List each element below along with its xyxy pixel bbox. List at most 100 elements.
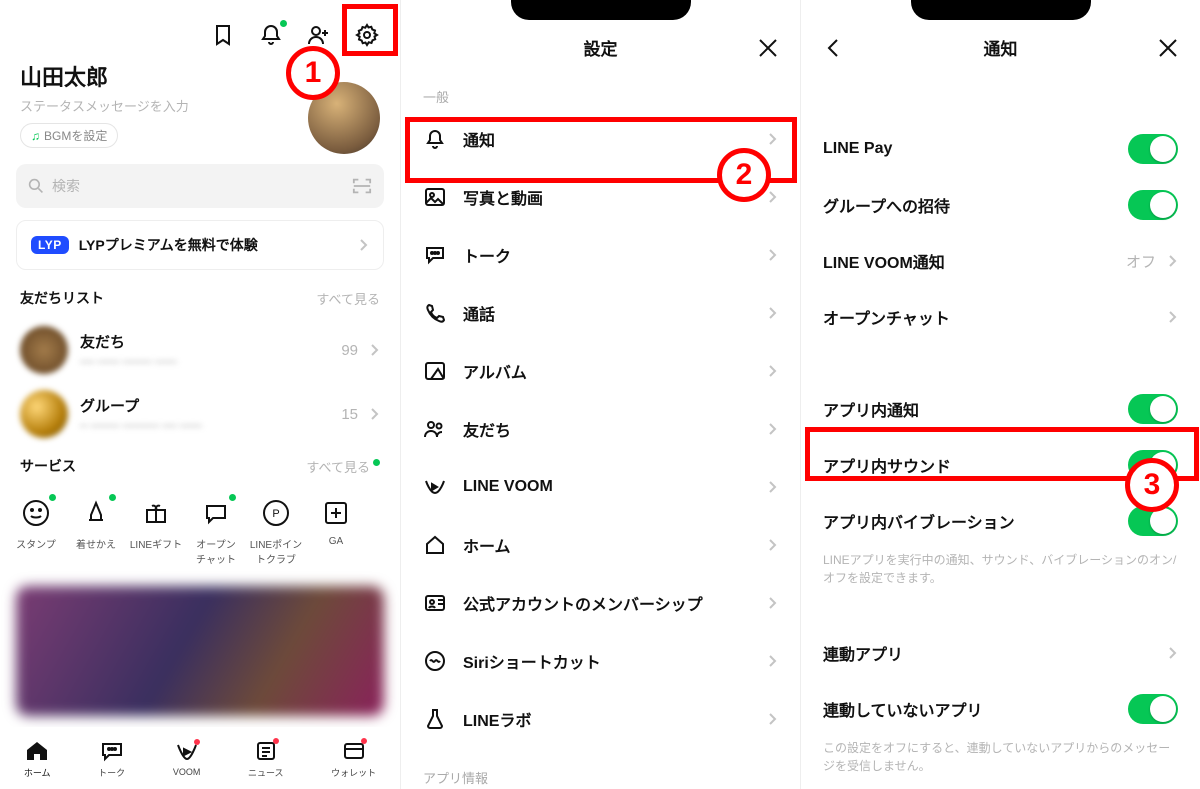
notif-inapp-notify-row[interactable]: アプリ内通知 [801, 381, 1200, 437]
notifications-header: 通知 [801, 20, 1200, 75]
tab-wallet[interactable]: ウォレット [331, 738, 376, 779]
flask-icon [423, 707, 447, 731]
promo-banner[interactable] [16, 586, 384, 716]
avatar [20, 326, 68, 374]
settings-voom-row[interactable]: LINE VOOM [401, 458, 800, 516]
toggle-switch[interactable] [1128, 134, 1178, 164]
service-openchat[interactable]: オープン チャット [186, 496, 246, 566]
news-icon [253, 738, 279, 764]
service-more[interactable]: GA [306, 496, 366, 566]
services-see-all[interactable]: すべて見る [306, 457, 380, 476]
friends-title: 友だちリスト [20, 288, 104, 308]
list-item[interactable]: グループ ━ ━━━━ ━━━━━ ━━ ━━━ 15 [0, 382, 400, 446]
row-label: オープンチャット [823, 305, 1156, 329]
friends-see-all[interactable]: すべて見る [316, 289, 380, 308]
search-input[interactable]: 検索 [16, 164, 384, 208]
notif-linked-apps-row[interactable]: 連動アプリ [801, 625, 1200, 681]
profile-avatar[interactable] [308, 82, 380, 154]
chat-icon [99, 738, 125, 764]
notifications-title: 通知 [984, 35, 1018, 60]
tab-talk[interactable]: トーク [98, 738, 125, 779]
tab-home[interactable]: ホーム [24, 738, 51, 779]
section-app-label: アプリ情報 [401, 748, 800, 789]
friend-count: 15 [341, 406, 358, 423]
notif-inapp-vibration-row[interactable]: アプリ内バイブレーション [801, 493, 1200, 549]
row-label: 写真と動画 [463, 185, 752, 209]
avatar [20, 390, 68, 438]
add-friend-icon[interactable] [306, 22, 332, 48]
notif-voom-row[interactable]: LINE VOOM通知 オフ [801, 233, 1200, 289]
services-section-head: サービス すべて見る [0, 456, 400, 486]
tab-voom[interactable]: VOOM [173, 739, 201, 777]
chevron-right-icon [768, 538, 778, 552]
settings-membership-row[interactable]: 公式アカウントのメンバーシップ [401, 574, 800, 632]
toggle-switch[interactable] [1128, 450, 1178, 480]
service-stamp[interactable]: スタンプ [6, 496, 66, 566]
gift-icon [139, 496, 173, 530]
settings-photos-row[interactable]: 写真と動画 [401, 168, 800, 226]
bell-icon[interactable] [258, 22, 284, 48]
chevron-right-icon [768, 480, 778, 494]
row-label: 公式アカウントのメンバーシップ [463, 591, 752, 615]
notif-group-invite-row[interactable]: グループへの招待 [801, 177, 1200, 233]
toggle-switch[interactable] [1128, 694, 1178, 724]
settings-talk-row[interactable]: トーク [401, 226, 800, 284]
service-theme[interactable]: 着せかえ [66, 496, 126, 566]
bookmark-icon[interactable] [210, 22, 236, 48]
notif-linepay-row[interactable]: LINE Pay [801, 121, 1200, 177]
chevron-right-icon [1168, 254, 1178, 268]
chevron-right-icon [768, 712, 778, 726]
settings-friends-row[interactable]: 友だち [401, 400, 800, 458]
chevron-right-icon [768, 132, 778, 146]
scan-icon[interactable] [352, 177, 372, 195]
friends-section-head: 友だちリスト すべて見る [0, 288, 400, 318]
notif-unlinked-apps-row[interactable]: 連動していないアプリ [801, 681, 1200, 737]
lyp-text: LYPプレミアムを無料で体験 [79, 235, 258, 255]
row-label: 友だち [463, 417, 752, 441]
close-icon[interactable] [1154, 34, 1182, 62]
bgm-button[interactable]: ♫ BGMを設定 [20, 123, 118, 148]
smile-icon [19, 496, 53, 530]
back-icon[interactable] [819, 34, 847, 62]
album-icon [423, 359, 447, 383]
settings-notifications-row[interactable]: 通知 [401, 110, 800, 168]
toggle-switch[interactable] [1128, 190, 1178, 220]
row-label: アプリ内バイブレーション [823, 509, 1116, 533]
settings-home-row[interactable]: ホーム [401, 516, 800, 574]
notif-openchat-row[interactable]: オープンチャット [801, 289, 1200, 345]
notch [511, 0, 691, 20]
gear-icon[interactable] [354, 22, 380, 48]
service-pointclub[interactable]: P LINEポイン トクラブ [246, 496, 306, 566]
row-label: 通話 [463, 301, 752, 325]
plus-icon [319, 496, 353, 530]
toggle-switch[interactable] [1128, 506, 1178, 536]
section-general-label: 一般 [401, 75, 800, 110]
settings-album-row[interactable]: アルバム [401, 342, 800, 400]
settings-siri-row[interactable]: Siriショートカット [401, 632, 800, 690]
friend-item-label: 友だち [80, 331, 329, 352]
point-icon: P [259, 496, 293, 530]
row-label: 連動アプリ [823, 641, 1156, 665]
tab-news[interactable]: ニュース [248, 738, 284, 779]
bell-icon [423, 127, 447, 151]
row-label: Siriショートカット [463, 649, 752, 673]
lyp-premium-card[interactable]: LYP LYPプレミアムを無料で体験 [16, 220, 384, 270]
row-label: ホーム [463, 533, 752, 557]
close-icon[interactable] [754, 34, 782, 62]
inapp-description: LINEアプリを実行中の通知、サウンド、バイブレーションのオン/オフを設定できま… [801, 549, 1200, 601]
notif-inapp-sound-row[interactable]: アプリ内サウンド [801, 437, 1200, 493]
friends-icon [423, 417, 447, 441]
service-gift[interactable]: LINEギフト [126, 496, 186, 566]
list-item[interactable]: 友だち ━━ ━━━ ━━━━ ━━━ 99 [0, 318, 400, 382]
chevron-right-icon [1168, 310, 1178, 324]
settings-header: 設定 [401, 20, 800, 75]
settings-call-row[interactable]: 通話 [401, 284, 800, 342]
row-label: 連動していないアプリ [823, 697, 1116, 721]
toggle-switch[interactable] [1128, 394, 1178, 424]
bottom-tabbar: ホーム トーク VOOM ニュース ウォレット [0, 727, 400, 789]
brush-icon [79, 496, 113, 530]
friend-count: 99 [341, 342, 358, 359]
row-label: アルバム [463, 359, 752, 383]
unlinked-description: この設定をオフにすると、連動していないアプリからのメッセージを受信しません。 [801, 737, 1200, 789]
settings-lab-row[interactable]: LINEラボ [401, 690, 800, 748]
